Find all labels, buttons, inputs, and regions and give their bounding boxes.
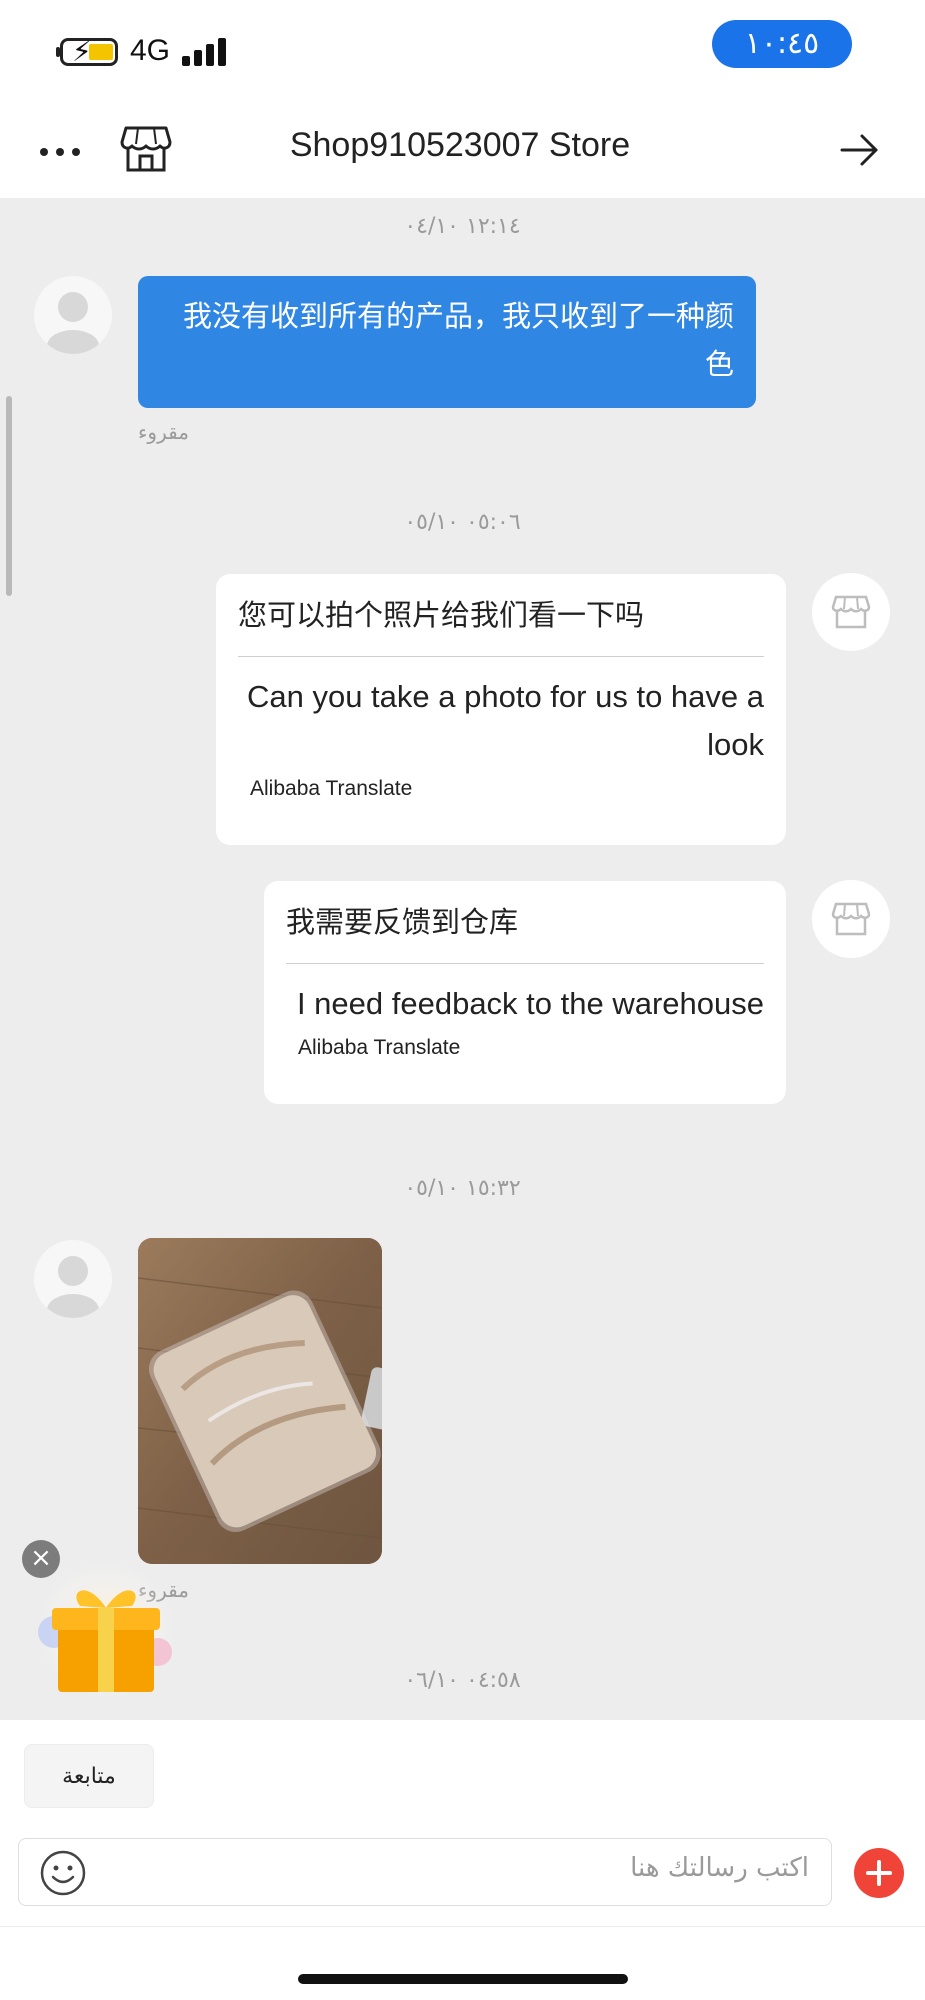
timestamp: ١٥:٣٢ ٠٥/١٠ xyxy=(404,1176,521,1201)
battery-tip xyxy=(56,47,60,57)
user-avatar[interactable] xyxy=(34,276,112,354)
follow-button[interactable]: متابعة xyxy=(24,1744,154,1808)
chat-header: Shop910523007 Store xyxy=(0,110,925,198)
network-label: 4G xyxy=(130,34,171,67)
bottom-bar: متابعة اكتب رسالتك هنا xyxy=(0,1720,925,2000)
original-text: 您可以拍个照片给我们看一下吗 xyxy=(238,598,645,632)
package-photo xyxy=(138,1238,382,1564)
translator-label: Alibaba Translate xyxy=(250,777,413,800)
gift-icon xyxy=(38,1562,174,1698)
store-icon xyxy=(831,902,871,936)
arrow-right-icon[interactable] xyxy=(838,128,882,172)
message-bubble-received[interactable]: 您可以拍个照片给我们看一下吗 Can you take a photo for … xyxy=(216,574,786,845)
message-bubble-sent[interactable]: 我没有收到所有的产品，我只收到了一种颜色 xyxy=(138,276,756,408)
shop-avatar[interactable] xyxy=(812,573,890,651)
more-icon[interactable] xyxy=(38,140,82,164)
read-status: مقروء xyxy=(138,420,189,444)
person-icon xyxy=(47,1256,99,1318)
translated-text: Can you take a photo for us to have a lo… xyxy=(246,679,764,762)
divider xyxy=(0,1926,925,1927)
battery-icon: ⚡ xyxy=(60,35,118,68)
emoji-icon[interactable] xyxy=(39,1849,87,1897)
status-time: ١٠:٤٥ xyxy=(712,20,852,68)
original-text: 我需要反馈到仓库 xyxy=(286,905,519,939)
signal-icon xyxy=(182,38,226,66)
close-icon[interactable]: × xyxy=(22,1540,60,1578)
add-icon[interactable] xyxy=(854,1848,904,1898)
shop-avatar[interactable] xyxy=(812,880,890,958)
timestamp: ٠٥:٠٦ ٠٥/١٠ xyxy=(404,510,521,535)
store-icon[interactable] xyxy=(120,124,172,174)
input-placeholder: اكتب رسالتك هنا xyxy=(630,1853,809,1883)
translator-label: Alibaba Translate xyxy=(298,1036,461,1059)
translated-text: I need feedback to the warehouse xyxy=(296,986,764,1021)
message-bubble-received[interactable]: 我需要反馈到仓库 I need feedback to the warehous… xyxy=(264,881,786,1104)
message-input[interactable]: اكتب رسالتك هنا xyxy=(18,1838,832,1906)
store-icon xyxy=(831,595,871,629)
status-bar: ⚡ 4G ١٠:٤٥ xyxy=(0,0,925,110)
timestamp: ١٢:١٤ ٠٤/١٠ xyxy=(404,214,521,239)
gift-promo[interactable] xyxy=(28,1560,178,1700)
user-avatar[interactable] xyxy=(34,1240,112,1318)
home-indicator[interactable] xyxy=(298,1974,628,1984)
scrollbar[interactable] xyxy=(6,396,12,596)
person-icon xyxy=(47,292,99,354)
sent-photo[interactable] xyxy=(138,1238,382,1564)
page-title: Shop910523007 Store xyxy=(289,126,631,164)
